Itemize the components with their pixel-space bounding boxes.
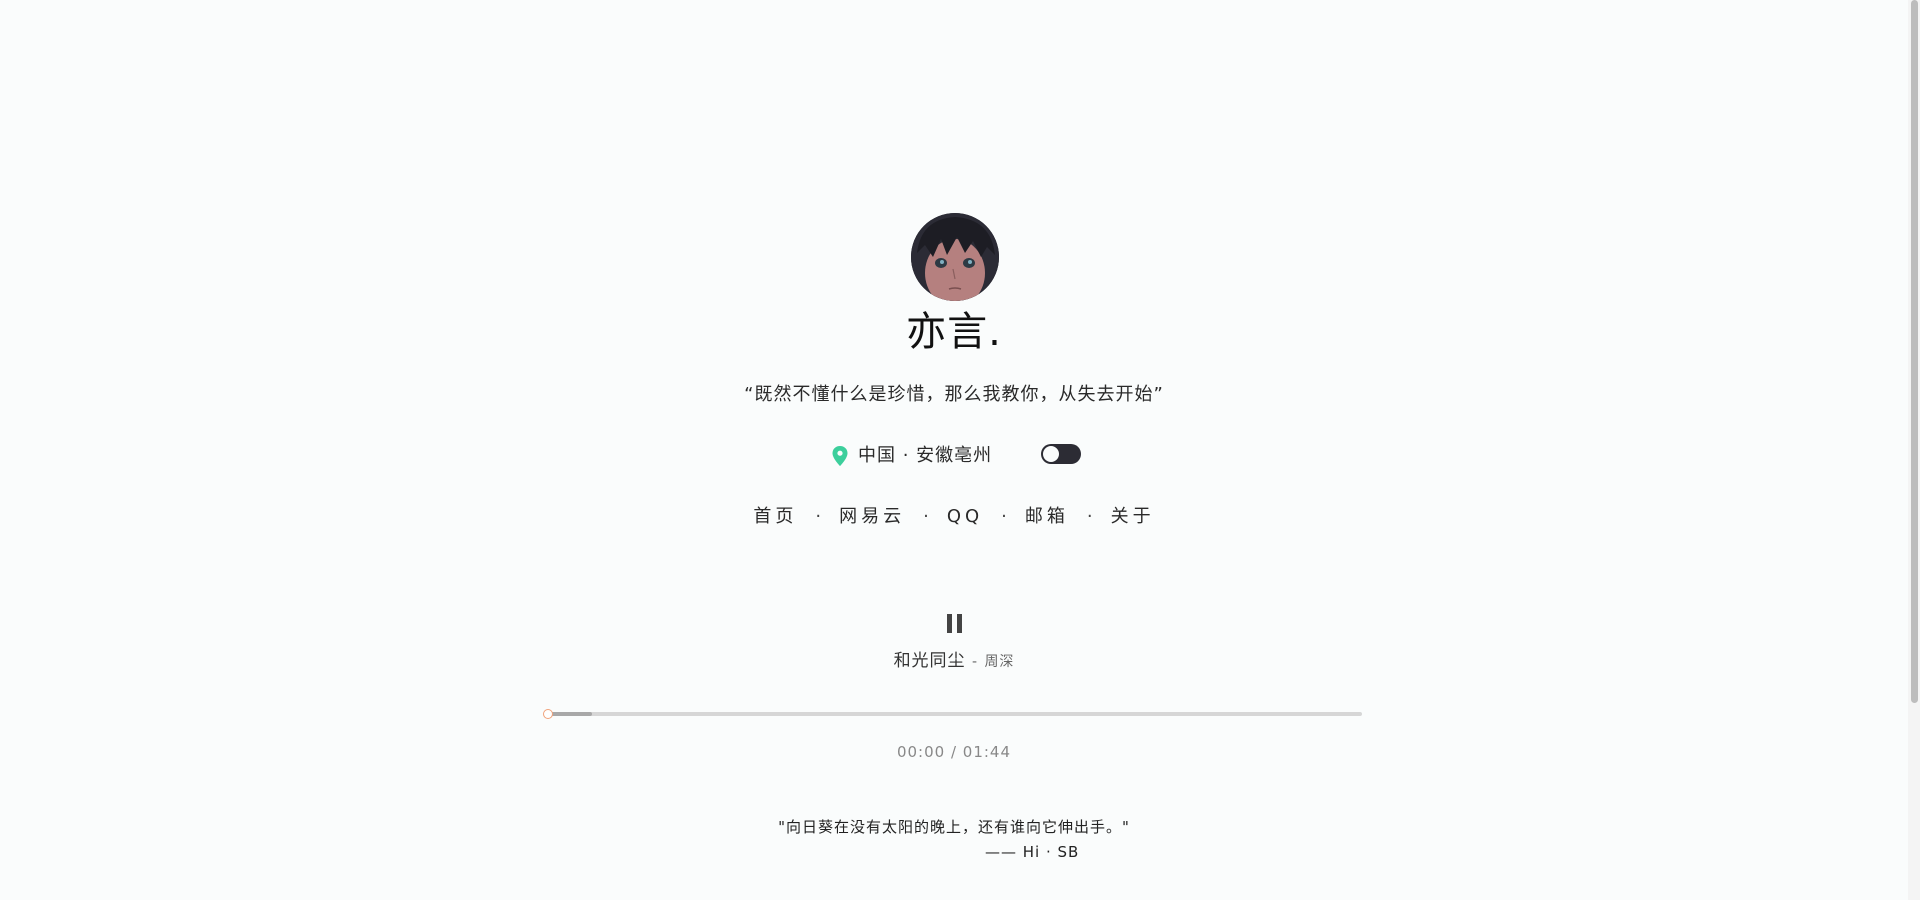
now-playing: 和光同尘 - 周深: [0, 648, 1908, 675]
location-text: 中国 · 安徽亳州: [858, 445, 993, 466]
playback-time: 00:00 / 01:44: [896, 743, 1012, 761]
nav-item-qq[interactable]: QQ: [947, 506, 983, 527]
nav-separator: ·: [923, 506, 929, 527]
nav-bar: 首页 · 网易云 · QQ · 邮箱 · 关于: [0, 503, 1908, 531]
profile-name: 亦言.: [906, 309, 1002, 355]
nav-item-netease-music[interactable]: 网易云: [839, 506, 905, 527]
progress-buffered: [547, 712, 592, 716]
nav-separator: ·: [1001, 506, 1007, 527]
song-artist: 周深: [984, 654, 1015, 670]
toggle-knob: [1043, 446, 1059, 462]
quote-text: "向日葵在没有太阳的晚上，还有谁向它伸出手。": [778, 818, 1130, 836]
scrollbar[interactable]: [1908, 0, 1920, 900]
progress-handle[interactable]: [543, 709, 553, 719]
nav-item-home[interactable]: 首页: [753, 506, 797, 527]
song-separator: -: [971, 654, 979, 670]
nav-separator: ·: [815, 506, 822, 527]
page: 亦言. “既然不懂什么是珍惜，那么我教你，从失去开始” 中国 · 安徽亳州 首页…: [0, 0, 1920, 900]
nav-item-email[interactable]: 邮箱: [1025, 506, 1069, 527]
progress-bar[interactable]: [543, 709, 1362, 719]
profile-motto: “既然不懂什么是珍惜，那么我教你，从失去开始”: [744, 384, 1164, 405]
location-pin-icon: [832, 446, 848, 466]
nav-item-about[interactable]: 关于: [1111, 506, 1155, 527]
pause-icon: [957, 614, 962, 633]
avatar: [911, 213, 999, 301]
pause-button[interactable]: [947, 614, 963, 633]
scrollbar-thumb[interactable]: [1911, 0, 1918, 703]
location-row: 中国 · 安徽亳州: [0, 442, 1908, 472]
anime-avatar-icon: [911, 213, 999, 301]
song-title: 和光同尘: [893, 651, 966, 671]
theme-toggle[interactable]: [1041, 444, 1081, 464]
quote-author: —— Hi · SB: [985, 843, 1080, 861]
nav-separator: ·: [1086, 506, 1093, 527]
pause-icon: [947, 614, 952, 633]
